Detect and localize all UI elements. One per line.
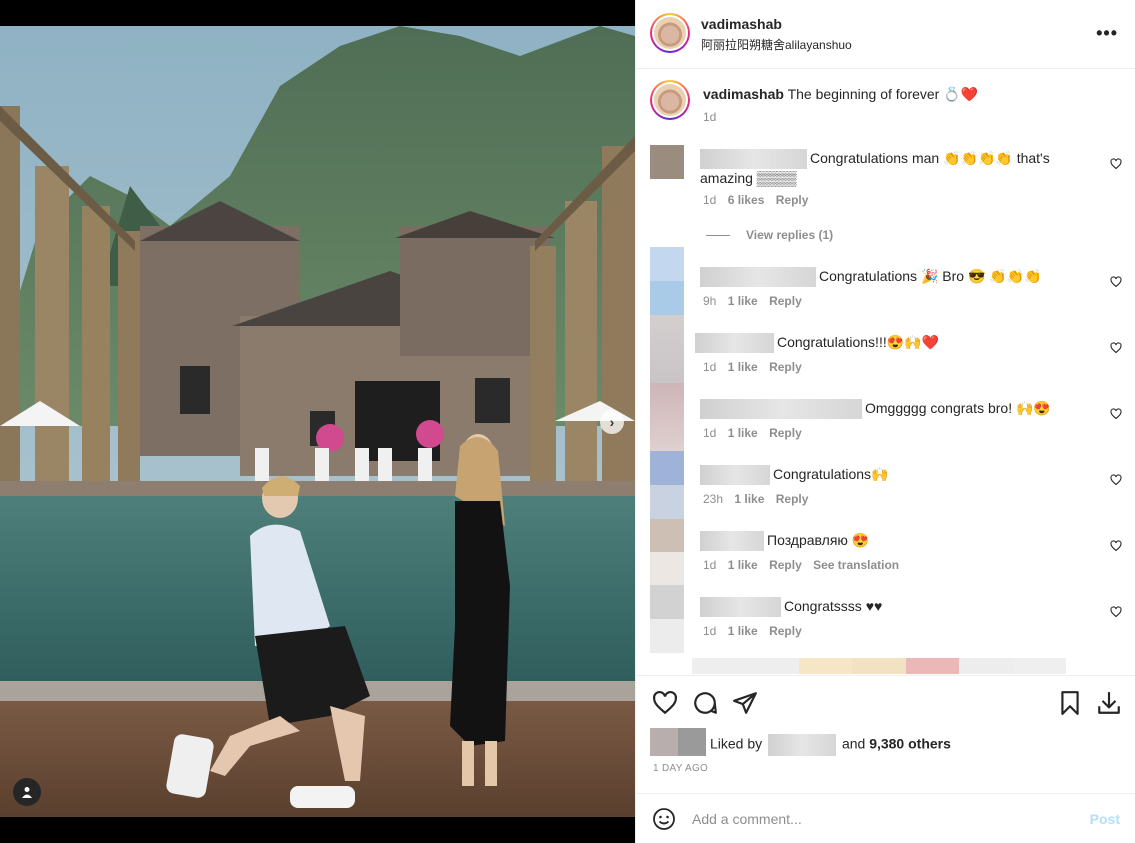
comment-composer: Post: [636, 793, 1135, 843]
download-icon[interactable]: [1096, 690, 1122, 716]
comment-likes[interactable]: 1 like: [728, 360, 758, 374]
comment-likes[interactable]: 1 like: [728, 426, 758, 440]
commenter-avatar[interactable]: [650, 315, 684, 383]
emoji-icon[interactable]: [652, 807, 676, 831]
see-translation-button[interactable]: See translation: [813, 558, 899, 572]
post-date[interactable]: 1 DAY AGO: [653, 763, 708, 774]
comment-text: Congratulations🙌: [773, 466, 889, 482]
post-photo[interactable]: [0, 26, 635, 817]
liker-name-redacted[interactable]: [768, 734, 837, 756]
more-options-icon[interactable]: •••: [1096, 23, 1118, 44]
commenter-name-redacted[interactable]: [700, 267, 816, 288]
comment-time: 23h: [703, 492, 724, 506]
comment-time: 1d: [703, 193, 717, 207]
post-media: ›: [0, 0, 635, 843]
comment-text: Congratssss ♥♥: [784, 598, 883, 614]
heart-icon[interactable]: [1110, 342, 1122, 354]
comment-time: 1d: [703, 360, 717, 374]
bookmark-icon[interactable]: [1057, 690, 1083, 716]
commenter-avatar[interactable]: [650, 383, 684, 451]
chevron-right-icon: ›: [609, 414, 615, 430]
view-replies-label: View replies (1): [746, 228, 834, 242]
comment-input[interactable]: [692, 804, 1072, 834]
commenter-name-redacted[interactable]: [700, 149, 807, 170]
heart-icon[interactable]: [1110, 540, 1122, 552]
paper-plane-icon[interactable]: [732, 690, 758, 716]
heart-icon[interactable]: [1110, 474, 1122, 486]
post-side-panel: vadimashab 阿丽拉阳朔糖舍alilayanshuo ••• vadim…: [635, 0, 1135, 843]
commenter-avatar[interactable]: [650, 145, 684, 179]
author-avatar[interactable]: [650, 13, 690, 53]
comment-likes[interactable]: 1 like: [728, 558, 758, 572]
heart-icon[interactable]: [652, 690, 678, 716]
heart-icon[interactable]: [1110, 276, 1122, 288]
commenter-avatar[interactable]: [650, 247, 684, 315]
caption-time: 1d: [703, 110, 717, 124]
caption-avatar[interactable]: [650, 80, 690, 120]
comment-time: 1d: [703, 426, 717, 440]
comment-likes[interactable]: 1 like: [728, 294, 758, 308]
commenter-name-redacted[interactable]: [695, 333, 774, 354]
comment-time: 1d: [703, 558, 717, 572]
commenter-avatar[interactable]: [650, 585, 684, 653]
post-comment-button[interactable]: Post: [1090, 811, 1120, 827]
comment-likes[interactable]: 6 likes: [728, 193, 765, 207]
caption-username[interactable]: vadimashab: [703, 86, 784, 102]
view-replies-button[interactable]: View replies (1): [706, 228, 833, 242]
comment-likes[interactable]: 1 like: [728, 624, 758, 638]
comment-text: Congratulations!!!😍🙌❤️: [777, 334, 940, 350]
next-media-button[interactable]: ›: [600, 410, 624, 434]
liked-by-summary: Liked by and 9,380 others: [710, 734, 951, 756]
comment-icon[interactable]: [692, 690, 718, 716]
reply-button[interactable]: Reply: [769, 624, 802, 638]
commenter-avatar[interactable]: [650, 451, 684, 519]
liked-by-avatars[interactable]: [650, 728, 706, 756]
reply-button[interactable]: Reply: [769, 426, 802, 440]
user-tag-icon: [22, 787, 32, 798]
comment-likes[interactable]: 1 like: [734, 492, 764, 506]
likes-count[interactable]: 9,380 others: [869, 736, 951, 752]
liked-by-prefix: Liked by: [710, 735, 763, 752]
comment-peek: [692, 658, 1066, 674]
reply-button[interactable]: Reply: [769, 360, 802, 374]
comment-time: 1d: [703, 624, 717, 638]
heart-icon[interactable]: [1110, 408, 1122, 420]
post-header: vadimashab 阿丽拉阳朔糖舍alilayanshuo •••: [636, 0, 1135, 69]
author-username[interactable]: vadimashab: [701, 16, 782, 32]
caption-text: The beginning of forever 💍❤️: [787, 86, 979, 102]
reply-button[interactable]: Reply: [776, 193, 809, 207]
reply-button[interactable]: Reply: [769, 294, 802, 308]
tagged-users-button[interactable]: [13, 778, 41, 806]
comment-time: 9h: [703, 294, 717, 308]
commenter-name-redacted[interactable]: [700, 531, 764, 552]
liked-by-and: and: [841, 735, 866, 752]
commenter-name-redacted[interactable]: [700, 399, 862, 420]
heart-icon[interactable]: [1110, 606, 1122, 618]
reply-button[interactable]: Reply: [769, 558, 802, 572]
reply-button[interactable]: Reply: [776, 492, 809, 506]
commenter-name-redacted[interactable]: [700, 465, 770, 486]
comment-text: Поздравляю 😍: [767, 532, 870, 548]
post-location[interactable]: 阿丽拉阳朔糖舍alilayanshuo: [701, 36, 852, 53]
heart-icon[interactable]: [1110, 158, 1122, 170]
commenter-name-redacted[interactable]: [700, 597, 781, 618]
commenter-avatar[interactable]: [650, 519, 684, 585]
post-actions: Liked by and 9,380 others 1 DAY AGO: [636, 675, 1135, 793]
comment-text: Omggggg congrats bro! 🙌😍: [865, 400, 1051, 416]
comment-text: Congratulations 🎉 Bro 😎 👏👏👏: [819, 268, 1042, 284]
